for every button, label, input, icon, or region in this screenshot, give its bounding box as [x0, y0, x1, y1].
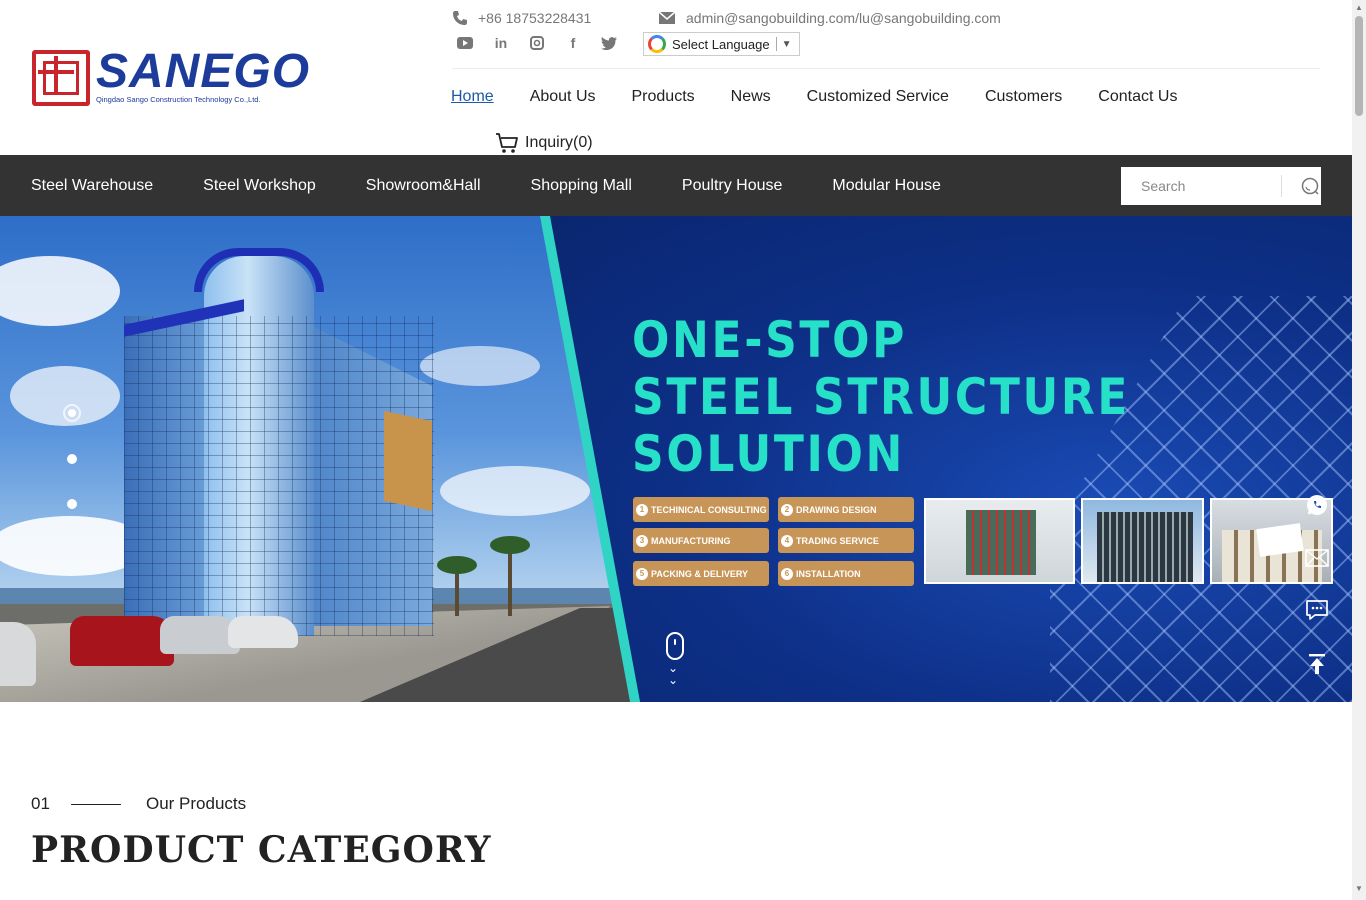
logo-subtitle: Qingdao Sango Construction Technology Co…	[96, 95, 261, 104]
nav-customized-service[interactable]: Customized Service	[807, 88, 949, 106]
search-input[interactable]	[1141, 178, 1281, 194]
category-shopping-mall[interactable]: Shopping Mall	[531, 177, 632, 195]
scroll-down-arrow-icon[interactable]: ▼	[1355, 884, 1363, 893]
scroll-mouse-icon[interactable]	[666, 632, 684, 660]
headline-line-2: STEEL STRUCTURE	[632, 368, 1131, 426]
search-icon[interactable]	[1300, 176, 1320, 196]
phone-icon	[453, 11, 467, 25]
dropdown-arrow-icon: ▼	[781, 38, 792, 50]
message-icon[interactable]	[1300, 593, 1334, 627]
category-nav: Steel Warehouse Steel Workshop Showroom&…	[31, 155, 941, 216]
nav-news[interactable]: News	[731, 88, 771, 106]
instagram-icon[interactable]	[528, 34, 546, 52]
office-tower	[124, 248, 434, 636]
phone-contact[interactable]: +86 18753228431	[452, 10, 591, 26]
slide-dot-1[interactable]	[63, 404, 81, 422]
section-label: Our Products	[146, 794, 247, 813]
headline-line-1: ONE-STOP	[632, 311, 908, 369]
service-badge: 2 DRAWING DESIGN	[778, 497, 914, 522]
banner-headline: ONE-STOP STEEL STRUCTURE SOLUTION	[632, 312, 1198, 483]
category-steel-workshop[interactable]: Steel Workshop	[203, 177, 316, 195]
scrollbar-thumb[interactable]	[1355, 16, 1363, 116]
category-steel-warehouse[interactable]: Steel Warehouse	[31, 177, 153, 195]
service-badge: 5 PACKING & DELIVERY	[633, 561, 769, 586]
service-badge: 3 MANUFACTURING	[633, 528, 769, 553]
phone-number: +86 18753228431	[478, 10, 592, 26]
scroll-up-arrow-icon[interactable]: ▲	[1355, 3, 1363, 12]
header-divider	[452, 68, 1320, 69]
logo-wordmark: SANEGO	[96, 45, 311, 98]
page-scrollbar[interactable]: ▲ ▼	[1352, 0, 1366, 900]
slide-dot-3[interactable]	[67, 499, 77, 509]
inquiry-cart[interactable]: Inquiry(0)	[495, 132, 593, 154]
facebook-icon[interactable]: f	[564, 34, 582, 52]
service-badge: 4 TRADING SERVICE	[778, 528, 914, 553]
search-box	[1121, 167, 1321, 205]
language-select-label: Select Language	[672, 36, 770, 52]
category-modular-house[interactable]: Modular House	[832, 177, 941, 195]
language-selector[interactable]: Select Language ▼	[643, 32, 800, 56]
inquiry-label: Inquiry(0)	[525, 134, 593, 151]
google-icon	[648, 35, 666, 53]
nav-customers[interactable]: Customers	[985, 88, 1062, 106]
sango-logo[interactable]: SANEGO Qingdao Sango Construction Techno…	[32, 45, 309, 108]
section-number: 01	[31, 794, 50, 813]
slide-dot-2[interactable]	[67, 454, 77, 464]
headline-line-3: SOLUTION	[632, 425, 906, 483]
category-showroom-hall[interactable]: Showroom&Hall	[366, 177, 481, 195]
linkedin-icon[interactable]: in	[492, 34, 510, 52]
service-badge: 6 INSTALLATION	[778, 561, 914, 586]
project-photo-building	[1081, 498, 1204, 584]
hero-banner: ONE-STOP STEEL STRUCTURE SOLUTION 1 TECHI…	[0, 216, 1352, 702]
service-badge: 1 TECHINICAL CONSULTING	[633, 497, 769, 522]
back-to-top-icon[interactable]	[1300, 647, 1334, 681]
scroll-down-chevron-icon: ⌄ ⌄	[668, 661, 679, 687]
email-address: admin@sangobuilding.com/lu@sangobuilding…	[686, 10, 1001, 26]
mail-icon	[658, 11, 676, 24]
category-bar: Steel Warehouse Steel Workshop Showroom&…	[0, 155, 1352, 216]
whatsapp-icon[interactable]	[1300, 488, 1334, 522]
nav-home[interactable]: Home	[451, 88, 494, 106]
banner-building-image	[0, 216, 636, 702]
nav-contact-us[interactable]: Contact Us	[1098, 88, 1177, 106]
nav-about-us[interactable]: About Us	[530, 88, 596, 106]
category-poultry-house[interactable]: Poultry House	[682, 177, 783, 195]
main-nav: Home About Us Products News Customized S…	[451, 88, 1177, 106]
nav-products[interactable]: Products	[632, 88, 695, 106]
site-header: SANEGO Qingdao Sango Construction Techno…	[0, 0, 1352, 155]
email-icon[interactable]	[1300, 541, 1334, 575]
youtube-icon[interactable]	[456, 34, 474, 52]
social-links: in f	[456, 34, 618, 52]
twitter-icon[interactable]	[600, 34, 618, 52]
email-contact[interactable]: admin@sangobuilding.com/lu@sangobuilding…	[658, 10, 1001, 26]
project-photo-render	[924, 498, 1075, 584]
logo-emblem	[32, 50, 90, 106]
section-divider	[71, 804, 121, 805]
section-title: PRODUCT CATEGORY	[31, 829, 492, 871]
cart-icon	[496, 133, 518, 153]
